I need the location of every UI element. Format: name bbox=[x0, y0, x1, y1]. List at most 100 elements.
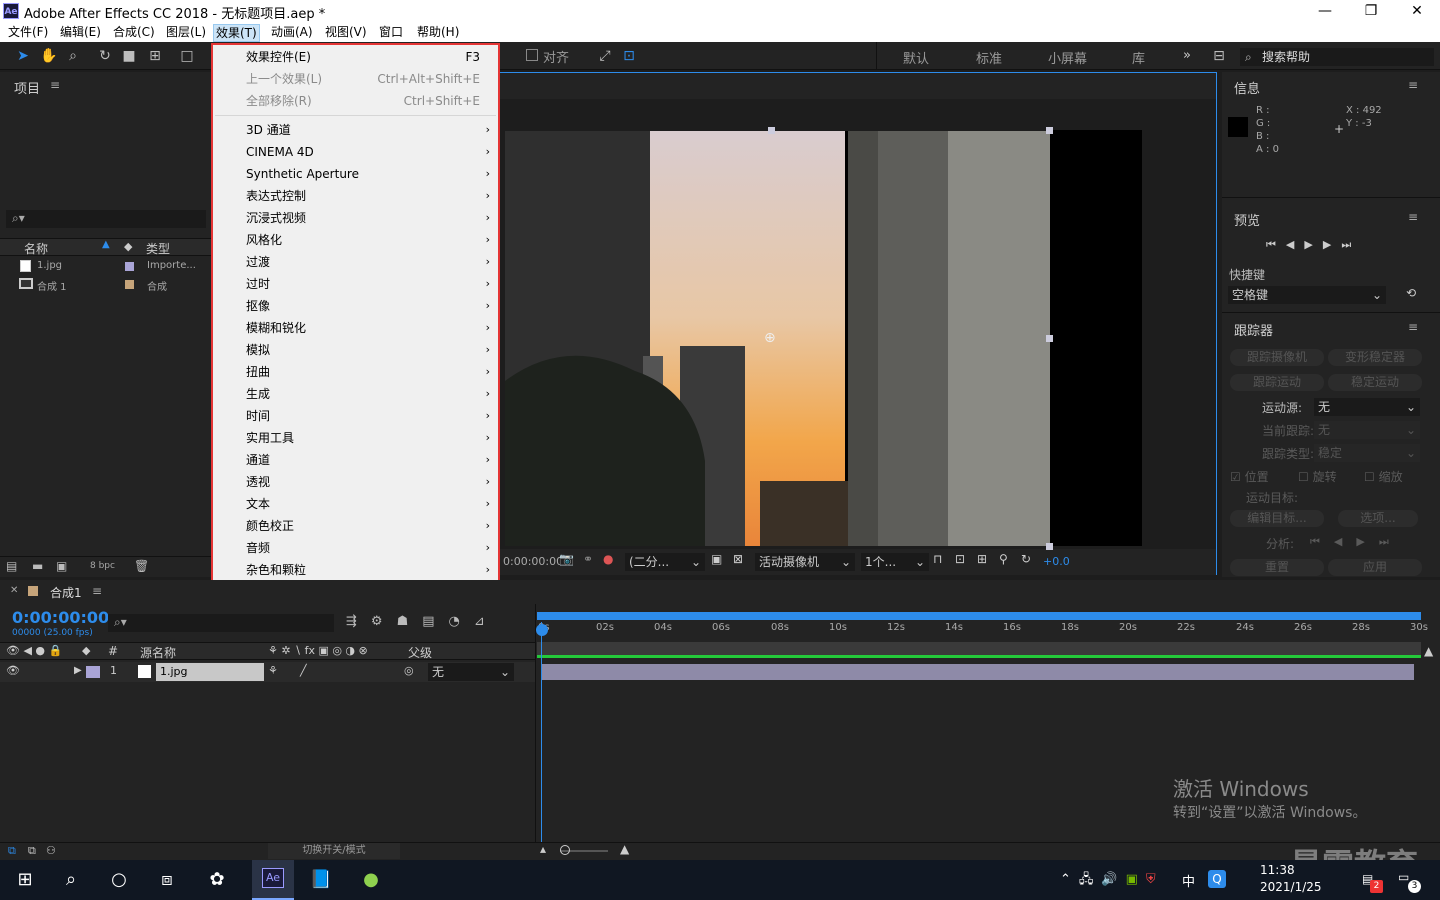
effect-submenu-item[interactable]: 表达式控制 › bbox=[213, 185, 498, 207]
workspace-more-icon[interactable]: » bbox=[1183, 48, 1191, 63]
timeline-timecode[interactable]: 0:00:00:00 bbox=[12, 608, 109, 627]
system-tray[interactable]: ⌃🖧🔊▣⛨ bbox=[1060, 870, 1164, 892]
effect-submenu-item[interactable]: 透视 › bbox=[213, 471, 498, 493]
project-item[interactable]: 1.jpg Importe... bbox=[0, 258, 212, 276]
workspace-small-screen[interactable]: 小屏幕 bbox=[1048, 48, 1087, 67]
project-search-input[interactable]: ⌕▾ bbox=[6, 210, 206, 228]
zoom-out-icon[interactable]: ▴ bbox=[540, 842, 546, 856]
scale-checkbox[interactable]: ☐ 缩放 bbox=[1364, 468, 1403, 485]
windows-start-icon[interactable]: ⊞ bbox=[10, 866, 40, 894]
menu-animation[interactable]: 动画(A) bbox=[269, 24, 315, 42]
position-checkbox[interactable]: ☑ 位置 bbox=[1230, 468, 1269, 485]
views-select[interactable]: 1个... ⌄ bbox=[861, 553, 929, 571]
effect-submenu-item[interactable]: 过渡 › bbox=[213, 251, 498, 273]
reset-exposure-icon[interactable]: ↻ bbox=[1021, 552, 1031, 566]
current-time-indicator[interactable] bbox=[541, 622, 542, 842]
align-checkbox[interactable] bbox=[526, 49, 538, 61]
effect-submenu-item[interactable]: Synthetic Aperture › bbox=[213, 163, 498, 185]
transform-handle[interactable] bbox=[768, 127, 775, 134]
fast-preview-icon[interactable]: ⊡ bbox=[955, 552, 965, 566]
region-of-interest-icon[interactable]: ▣ bbox=[711, 552, 722, 566]
workspace-default[interactable]: 默认 bbox=[903, 48, 929, 67]
reset-button[interactable]: 重置 bbox=[1230, 559, 1324, 576]
track-camera-button[interactable]: 跟踪摄像机 bbox=[1230, 349, 1324, 366]
edit-target-button[interactable]: 编辑目标... bbox=[1230, 510, 1324, 527]
project-menu-icon[interactable]: ≡ bbox=[50, 78, 60, 92]
toggle-pixel-icon[interactable]: ⊓ bbox=[933, 552, 942, 566]
pick-whip-icon[interactable]: ◎ bbox=[404, 664, 414, 677]
effect-submenu-item[interactable]: 音频 › bbox=[213, 537, 498, 559]
timeline-search-input[interactable]: ⌕▾ bbox=[108, 614, 334, 632]
search-icon[interactable]: ⌕ bbox=[56, 866, 86, 894]
effect-submenu-item[interactable]: 颜色校正 › bbox=[213, 515, 498, 537]
effect-submenu-item[interactable]: 风格化 › bbox=[213, 229, 498, 251]
transform-handle[interactable] bbox=[1046, 127, 1053, 134]
info-menu-icon[interactable]: ≡ bbox=[1408, 78, 1418, 92]
snapshot-icon[interactable]: 📷 bbox=[559, 552, 574, 566]
scroll-top-icon[interactable]: ▲ bbox=[1424, 644, 1433, 658]
parent-select[interactable]: 无 ⌄ bbox=[428, 663, 514, 681]
clock-time[interactable]: 11:38 bbox=[1260, 863, 1295, 877]
new-composition-icon[interactable]: ▣ bbox=[56, 559, 67, 573]
layer-color-swatch[interactable] bbox=[86, 666, 100, 678]
close-tab-icon[interactable]: ✕ bbox=[10, 585, 18, 596]
column-parent[interactable]: 父级 bbox=[408, 644, 432, 661]
show-snapshot-icon[interactable]: ⚭ bbox=[583, 552, 593, 566]
playhead-handle[interactable] bbox=[536, 624, 548, 636]
zoom-slider-handle[interactable] bbox=[560, 845, 570, 855]
sync-settings-icon[interactable]: ⊟ bbox=[1210, 47, 1228, 65]
label-color-swatch[interactable] bbox=[125, 262, 134, 271]
trash-icon[interactable]: 🗑 bbox=[134, 559, 149, 573]
rotate-tool-icon[interactable]: ↻ bbox=[96, 47, 114, 65]
visibility-eye-icon[interactable]: 👁 bbox=[6, 664, 20, 677]
menu-composition[interactable]: 合成(C) bbox=[111, 24, 157, 42]
ime-indicator[interactable]: 中 bbox=[1182, 871, 1195, 890]
color-channel-icon[interactable]: ● bbox=[603, 552, 613, 566]
layer-switches-toggle-icon[interactable]: ⧉ bbox=[8, 844, 16, 858]
viewer-timecode[interactable]: 0:00:00:00 bbox=[503, 555, 563, 568]
track-type-select[interactable]: 稳定 ⌄ bbox=[1314, 444, 1420, 462]
timeline-icon[interactable]: ⊞ bbox=[977, 552, 987, 566]
transform-handle[interactable] bbox=[1046, 335, 1053, 342]
close-button[interactable]: ✕ bbox=[1394, 0, 1440, 22]
loop-icon[interactable]: ⟲ bbox=[1406, 286, 1416, 300]
menu-layer[interactable]: 图层(L) bbox=[164, 24, 208, 42]
label-color-swatch[interactable] bbox=[125, 280, 134, 289]
analyze-controls[interactable]: ⏮◀▶⏭ bbox=[1310, 535, 1403, 549]
effect-submenu-item[interactable]: 文本 › bbox=[213, 493, 498, 515]
track-motion-button[interactable]: 跟踪运动 bbox=[1230, 374, 1324, 391]
pan-behind-tool-icon[interactable]: ⊞ bbox=[146, 47, 164, 65]
effect-submenu-item[interactable]: 抠像 › bbox=[213, 295, 498, 317]
effect-submenu-item[interactable]: 杂色和颗粒 › bbox=[213, 559, 498, 581]
notes-app-icon[interactable]: 📘 bbox=[306, 866, 336, 894]
effect-submenu-item[interactable]: CINEMA 4D › bbox=[213, 141, 498, 163]
resolution-select[interactable]: (二分... ⌄ bbox=[625, 553, 705, 571]
task-view-icon[interactable]: ⧈ bbox=[152, 866, 182, 894]
menu-window[interactable]: 窗口 bbox=[377, 24, 405, 42]
effect-submenu-item[interactable]: 过时 › bbox=[213, 273, 498, 295]
column-name[interactable]: 名称 bbox=[24, 240, 48, 257]
effect-submenu-item[interactable]: 时间 › bbox=[213, 405, 498, 427]
transfer-controls-icon[interactable]: ⧉ bbox=[28, 844, 36, 858]
effect-submenu-item[interactable]: 3D 通道 › bbox=[213, 119, 498, 141]
menu-effect[interactable]: 效果(T) bbox=[213, 24, 260, 42]
hand-tool-icon[interactable]: ✋ bbox=[40, 47, 58, 65]
menu-help[interactable]: 帮助(H) bbox=[415, 24, 461, 42]
watermelon-app-icon[interactable]: ● bbox=[356, 866, 386, 894]
timeline-switches[interactable]: ⇶⚙☗▤◔⊿ bbox=[346, 614, 499, 629]
column-type[interactable]: 类型 bbox=[146, 240, 170, 257]
effect-submenu-item[interactable]: 实用工具 › bbox=[213, 427, 498, 449]
interpret-footage-icon[interactable]: ▤ bbox=[6, 559, 17, 573]
effect-submenu-item[interactable]: 模拟 › bbox=[213, 339, 498, 361]
current-track-select[interactable]: 无 ⌄ bbox=[1314, 421, 1420, 439]
clock-date[interactable]: 2021/1/25 bbox=[1260, 880, 1322, 894]
anchor-point-icon[interactable]: ⊕ bbox=[764, 330, 776, 346]
effect-submenu-item[interactable]: 通道 › bbox=[213, 449, 498, 471]
render-time-icon[interactable]: ⚇ bbox=[46, 844, 56, 857]
transparency-grid-icon[interactable]: ⊠ bbox=[733, 552, 743, 566]
menu-item-last-effect[interactable]: 上一个效果(L) bbox=[246, 68, 322, 90]
shy-switch-icon[interactable]: ⚘ bbox=[268, 664, 278, 677]
expand-arrow-icon[interactable]: ▶ bbox=[74, 665, 82, 676]
shortcut-select[interactable]: 空格键 ⌄ bbox=[1228, 286, 1386, 304]
exposure-value[interactable]: +0.0 bbox=[1043, 555, 1070, 568]
